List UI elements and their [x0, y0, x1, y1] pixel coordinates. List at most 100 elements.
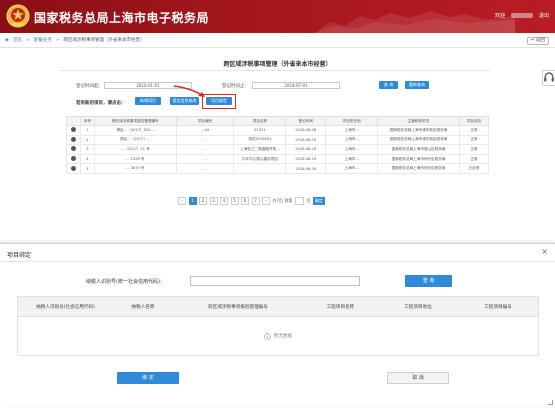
- resize-handle-icon[interactable]: [548, 400, 553, 405]
- cell-status: 正常: [459, 134, 489, 146]
- close-icon[interactable]: ×: [541, 248, 548, 256]
- row-select-radio[interactable]: [66, 163, 81, 174]
- side-help-tab[interactable]: [542, 70, 555, 86]
- cell-location: 上海市...: [325, 144, 379, 155]
- page-2[interactable]: 2: [199, 197, 207, 205]
- page-1[interactable]: 1: [188, 197, 197, 205]
- date-to-label: 登记时间止：: [222, 84, 249, 89]
- cell-date: 2018-06-19: [285, 163, 327, 174]
- page-3[interactable]: 3: [209, 197, 218, 205]
- cell-project-no: ...: [175, 144, 235, 155]
- row-select-radio[interactable]: [66, 153, 81, 165]
- breadcrumb-current: 跨区域涉税事项管理（外省来本市经营）: [63, 38, 145, 43]
- cell-index: 2: [79, 134, 95, 146]
- cell-report-no: ... 3879 号: [93, 163, 177, 174]
- col-date: 登记时间: [285, 116, 327, 126]
- table-row[interactable]: 4 ... 1526 号 ... 中环中心核心建设项目 2018-06-19 上…: [66, 153, 489, 165]
- cell-project-name: 测试2018001: [233, 134, 287, 146]
- cell-index: 1: [79, 125, 95, 136]
- cell-project-no: ...: [175, 153, 235, 165]
- cell-location: 上海市...: [325, 134, 379, 146]
- cell-report-no: 跨区...（2017）...: [93, 134, 177, 146]
- cell-project-no: ...44: [175, 125, 235, 136]
- radio-icon: [70, 165, 76, 171]
- dialog-table-header: 纳税人识别号(社会信用代码) 纳税人名称 跨区域涉税事项报验管理编号 工程项目名…: [18, 297, 538, 317]
- new-project-prompt: 若有新的项目，请点击：: [76, 101, 126, 106]
- date-to-input[interactable]: 2018-07-01: [252, 82, 340, 89]
- col-report-no: 跨区域涉税事项报告管理编号: [93, 116, 177, 126]
- page-5[interactable]: 5: [230, 197, 239, 205]
- pager-unit: 页: [306, 198, 311, 203]
- cell-index: 4: [79, 153, 95, 165]
- radio-icon: [70, 136, 76, 142]
- breadcrumb: ◉ 首页 > 套餐业务 > 跨区域涉税事项管理（外省来本市经营）: [0, 33, 555, 48]
- empty-text: 暂无数据: [273, 334, 293, 339]
- page-go-button[interactable]: 确定: [312, 197, 325, 205]
- cancel-button[interactable]: 取 消: [387, 372, 449, 384]
- table-row[interactable]: 2 跨区...（2017）... ... 测试2018001 2018-06-1…: [66, 134, 489, 146]
- cell-project-name: 上海亚江二期道路开拓...: [233, 144, 287, 155]
- page-4[interactable]: 4: [220, 197, 228, 205]
- back-button[interactable]: ↩ 返回: [526, 37, 549, 45]
- great-wall-decoration: [315, 11, 515, 33]
- logout-link[interactable]: 退出: [539, 12, 549, 19]
- breadcrumb-home[interactable]: 首页: [13, 37, 22, 43]
- cell-tax-office: 国家税务总局上海市宝山区税务局: [377, 144, 461, 155]
- cell-location: 上海市...: [325, 125, 379, 136]
- breadcrumb-separator: >: [55, 37, 60, 43]
- back-arrow-icon: ↩: [530, 38, 535, 43]
- table-row[interactable]: 5 ... 3879 号 ... 2018-06-19 上海市... 国家税务总…: [66, 163, 489, 174]
- taxpayer-id-label: 纳税人识别号(统一社会信用代码)：: [86, 279, 165, 285]
- query-button[interactable]: 查 询: [379, 81, 398, 89]
- cell-tax-office: 国家税务总局上海市浦东新区税务局: [377, 125, 461, 136]
- title-divider: [60, 70, 490, 71]
- cell-date: 2018-06-19: [285, 153, 327, 165]
- cell-status: 正常: [459, 125, 489, 136]
- dialog-search-button[interactable]: 查 询: [405, 275, 452, 287]
- next-page-button[interactable]: ›: [262, 197, 270, 205]
- table-row[interactable]: 3 ...（2017）21 号 ... 上海亚江二期道路开拓... 2018-0…: [66, 144, 489, 155]
- page-6[interactable]: 6: [241, 197, 249, 205]
- dialog-result-table: 纳税人识别号(社会信用代码) 纳税人名称 跨区域涉税事项报验管理编号 工程项目名…: [17, 296, 539, 356]
- new-project-button[interactable]: 新增项目: [135, 97, 161, 105]
- site-title: 国家税务总局上海市电子税务局: [34, 11, 210, 25]
- cell-status: 已反馈: [459, 163, 489, 174]
- cell-location: 上海市...: [325, 163, 379, 174]
- cell-report-no: ...（2017）21 号: [93, 144, 177, 155]
- page-7[interactable]: 7: [251, 197, 260, 205]
- table-header-row: 序号 跨区域涉税事项报告管理编号 项目编号 项目名称 登记时间 项目所在地 主管…: [66, 116, 489, 126]
- page-jump-input[interactable]: [294, 197, 304, 205]
- cell-project-no: ...: [175, 134, 235, 146]
- bind-button[interactable]: 绑 定: [117, 372, 179, 384]
- headset-icon: [544, 72, 554, 82]
- col-project-name: 项目名称: [233, 116, 287, 126]
- cell-status: 正常: [459, 144, 489, 155]
- table-row[interactable]: 1 跨区...（2017）525... ...44 21321 2016-06-…: [66, 125, 489, 136]
- cell-status: 正常: [459, 153, 489, 165]
- empty-info-icon: [264, 332, 271, 340]
- prev-page-button[interactable]: ‹: [178, 197, 186, 205]
- empty-state: 暂无数据: [18, 317, 538, 355]
- cell-index: 5: [79, 163, 95, 174]
- dlg-col-taxpayer-id: 纳税人识别号(社会信用代码): [36, 304, 95, 310]
- dlg-col-project-no: 工程项目编号: [484, 304, 512, 310]
- pager-summary: 共7页 到第: [272, 198, 293, 203]
- radio-icon: [70, 146, 76, 152]
- cell-date: 2018-06-19: [285, 144, 327, 155]
- row-select-radio[interactable]: [66, 125, 81, 136]
- col-project-no: 项目编号: [175, 116, 235, 126]
- row-select-radio[interactable]: [66, 134, 81, 146]
- row-select-radio[interactable]: [66, 144, 81, 155]
- back-button-label: 返回: [536, 38, 545, 43]
- cell-report-no: 跨区...（2017）525...: [93, 125, 177, 136]
- site-header: 国家税务总局上海市电子税务局 欢迎 退出: [0, 0, 555, 33]
- dlg-col-project-address: 工程项目地址: [404, 304, 432, 310]
- reset-query-button[interactable]: 重新查询: [405, 81, 429, 89]
- radio-icon: [70, 127, 76, 133]
- date-from-label: 登记时间起：: [76, 84, 103, 89]
- col-index: 序号: [79, 116, 95, 126]
- breadcrumb-level1[interactable]: 套餐业务: [34, 37, 52, 43]
- dialog-title: 项目绑定: [7, 252, 32, 259]
- taxpayer-id-input[interactable]: [190, 276, 360, 286]
- col-tax-office: 主管税务机关: [377, 116, 461, 126]
